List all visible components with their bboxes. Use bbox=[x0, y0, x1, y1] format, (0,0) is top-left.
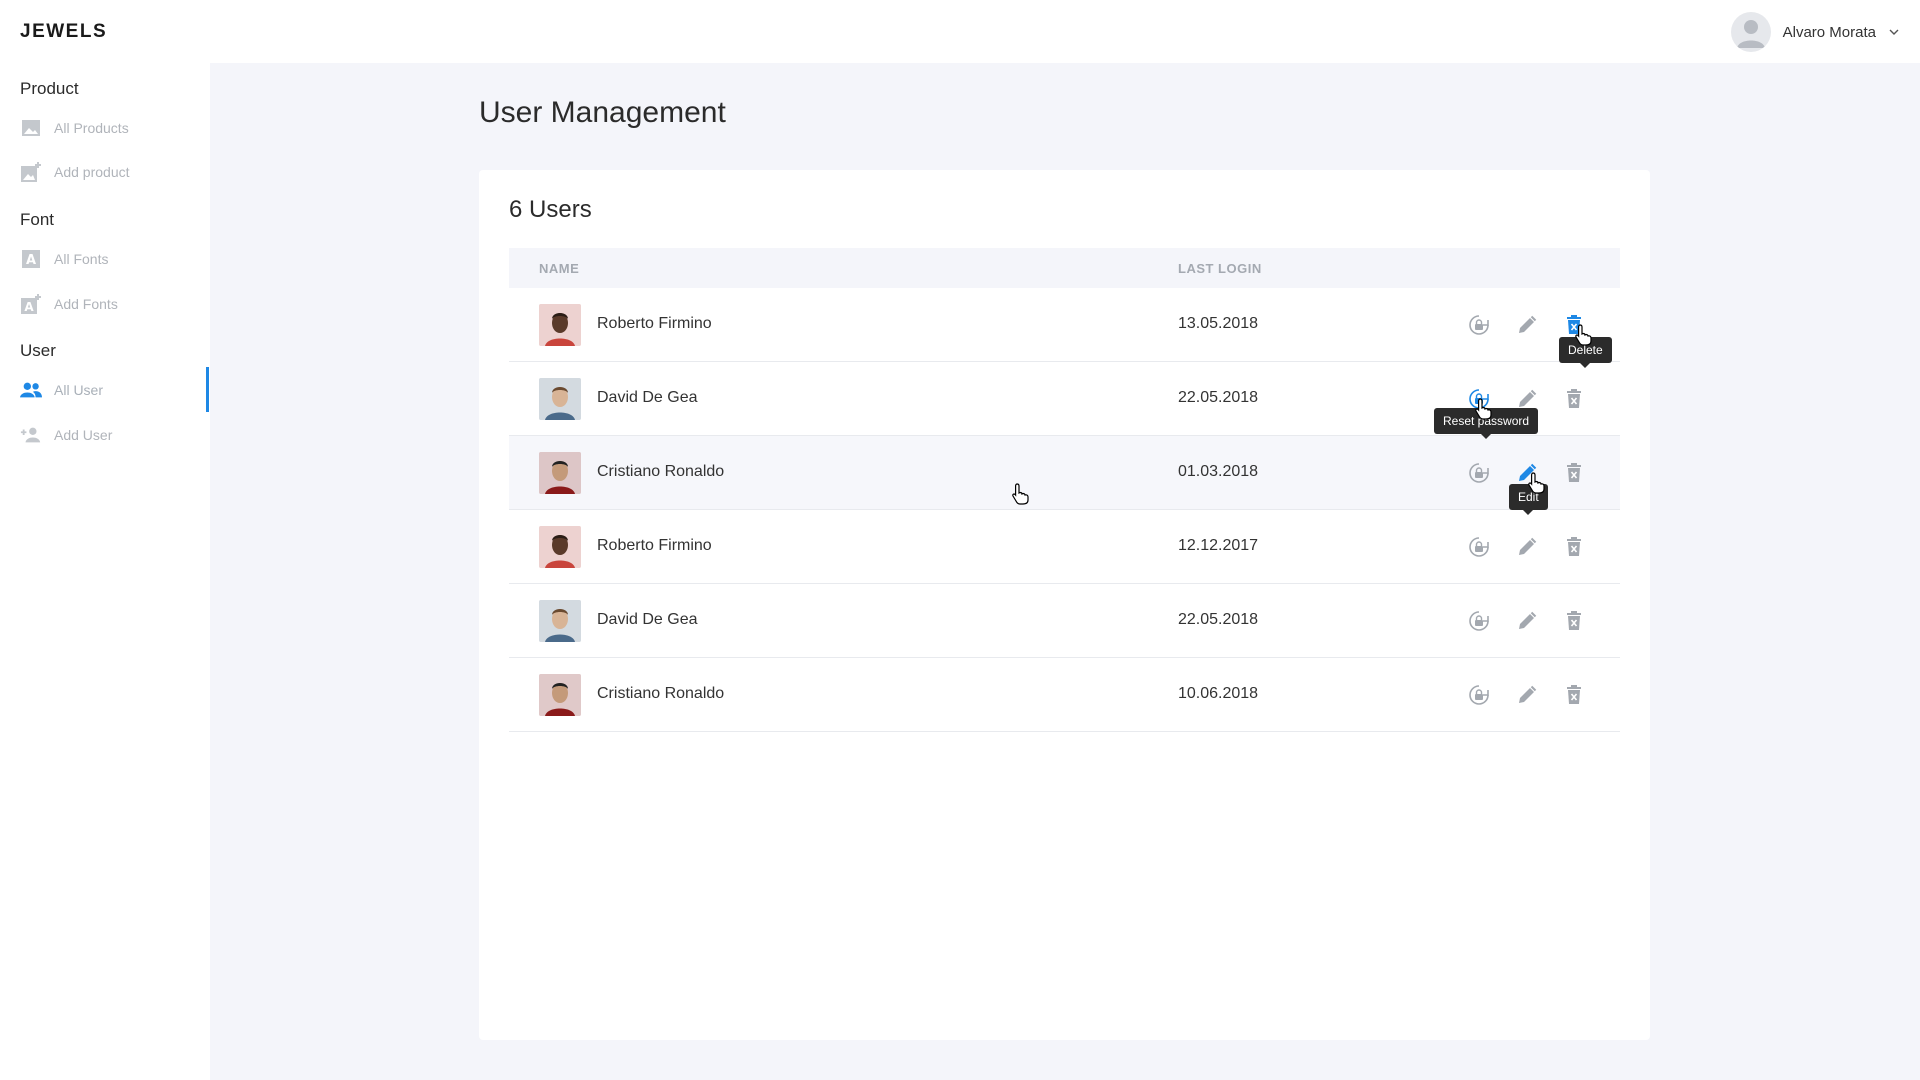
sidebar-section-product: Product bbox=[20, 79, 79, 98]
user-name: David De Gea bbox=[597, 389, 698, 406]
users-card: 6 Users NAME LAST LOGIN Roberto Firmino … bbox=[479, 170, 1650, 1040]
app-logo[interactable]: JEWELS bbox=[20, 21, 107, 43]
pencil-icon bbox=[1519, 685, 1537, 703]
column-header-last-login[interactable]: LAST LOGIN bbox=[1178, 261, 1262, 276]
add-user-icon bbox=[20, 424, 42, 446]
edit-button[interactable] bbox=[1514, 608, 1540, 634]
last-login-date: 22.05.2018 bbox=[1178, 389, 1259, 406]
image-icon bbox=[20, 117, 42, 139]
sidebar-section-user: User bbox=[20, 341, 56, 360]
table-row[interactable]: Cristiano Ronaldo 10.06.2018 bbox=[509, 658, 1620, 732]
add-font-icon: A bbox=[20, 293, 42, 315]
active-nav-indicator bbox=[206, 367, 209, 412]
svg-text:A: A bbox=[24, 300, 34, 314]
lock-reset-icon bbox=[1469, 685, 1489, 705]
table-row[interactable]: David De Gea 22.05.2018 bbox=[509, 584, 1620, 658]
table-body: Roberto Firmino 13.05.2018 David De Gea … bbox=[509, 288, 1620, 732]
delete-button[interactable] bbox=[1561, 460, 1587, 486]
font-icon: A bbox=[20, 248, 42, 270]
last-login-date: 22.05.2018 bbox=[1178, 611, 1259, 628]
trash-icon bbox=[1567, 389, 1581, 408]
lock-reset-icon bbox=[1469, 315, 1489, 335]
reset-password-button[interactable] bbox=[1466, 312, 1492, 338]
reset-password-button[interactable] bbox=[1466, 682, 1492, 708]
lock-reset-icon bbox=[1469, 463, 1489, 483]
sidebar-item-all-products[interactable]: All Products bbox=[20, 113, 210, 143]
user-name: David De Gea bbox=[597, 611, 698, 628]
account-menu[interactable]: Alvaro Morata bbox=[1730, 12, 1900, 52]
user-photo bbox=[539, 304, 581, 346]
user-photo bbox=[539, 674, 581, 716]
user-name: Roberto Firmino bbox=[597, 315, 712, 332]
edit-button[interactable] bbox=[1514, 312, 1540, 338]
edit-button[interactable] bbox=[1514, 682, 1540, 708]
reset-password-button[interactable] bbox=[1466, 534, 1492, 560]
hand-cursor-icon bbox=[1475, 398, 1492, 420]
last-login-date: 01.03.2018 bbox=[1178, 463, 1259, 480]
column-header-name[interactable]: NAME bbox=[539, 261, 579, 276]
lock-reset-icon bbox=[1469, 537, 1489, 557]
users-table: NAME LAST LOGIN Roberto Firmino 13.05.20… bbox=[509, 248, 1620, 732]
trash-icon bbox=[1567, 463, 1581, 482]
sidebar-item-add-user[interactable]: Add User bbox=[20, 420, 210, 450]
hand-cursor-icon bbox=[1528, 472, 1545, 494]
table-row[interactable]: Roberto Firmino 13.05.2018 bbox=[509, 288, 1620, 362]
delete-button[interactable] bbox=[1561, 534, 1587, 560]
last-login-date: 12.12.2017 bbox=[1178, 537, 1259, 554]
users-count-title: 6 Users bbox=[509, 196, 592, 223]
pencil-icon bbox=[1519, 611, 1537, 629]
delete-button[interactable] bbox=[1561, 682, 1587, 708]
pencil-icon bbox=[1519, 537, 1537, 555]
user-photo bbox=[539, 378, 581, 420]
hand-cursor-icon bbox=[1575, 324, 1592, 346]
account-avatar bbox=[1730, 12, 1771, 52]
user-name: Cristiano Ronaldo bbox=[597, 463, 725, 480]
sidebar-item-all-user[interactable]: All User bbox=[20, 375, 210, 405]
user-photo bbox=[539, 600, 581, 642]
pencil-icon bbox=[1519, 315, 1537, 333]
reset-password-button[interactable] bbox=[1466, 608, 1492, 634]
user-name: Roberto Firmino bbox=[597, 537, 712, 554]
trash-icon bbox=[1567, 537, 1581, 556]
trash-icon bbox=[1567, 685, 1581, 704]
pencil-icon bbox=[1519, 389, 1537, 407]
table-header: NAME LAST LOGIN bbox=[509, 248, 1620, 288]
user-photo bbox=[539, 452, 581, 494]
last-login-date: 13.05.2018 bbox=[1178, 315, 1259, 332]
edit-button[interactable] bbox=[1514, 534, 1540, 560]
delete-button[interactable] bbox=[1561, 608, 1587, 634]
add-image-icon bbox=[20, 161, 42, 183]
reset-password-button[interactable] bbox=[1466, 460, 1492, 486]
table-row[interactable]: Cristiano Ronaldo 01.03.2018 bbox=[509, 436, 1620, 510]
table-row[interactable]: Roberto Firmino 12.12.2017 bbox=[509, 510, 1620, 584]
svg-text:A: A bbox=[26, 253, 36, 268]
users-icon bbox=[20, 379, 42, 401]
user-avatar-icon bbox=[1736, 20, 1765, 48]
account-name: Alvaro Morata bbox=[1782, 23, 1876, 41]
sidebar-item-add-fonts[interactable]: A Add Fonts bbox=[20, 289, 210, 319]
last-login-date: 10.06.2018 bbox=[1178, 685, 1259, 702]
top-bar: JEWELS Alvaro Morata bbox=[0, 0, 1920, 63]
main-content: User Management 6 Users NAME LAST LOGIN … bbox=[210, 63, 1920, 1080]
delete-button[interactable] bbox=[1561, 386, 1587, 412]
page-title: User Management bbox=[479, 96, 726, 129]
sidebar-item-add-product[interactable]: Add product bbox=[20, 157, 210, 187]
sidebar-section-font: Font bbox=[20, 210, 55, 229]
hand-cursor-icon bbox=[1012, 483, 1029, 505]
trash-icon bbox=[1567, 611, 1581, 630]
lock-reset-icon bbox=[1469, 611, 1489, 631]
user-name: Cristiano Ronaldo bbox=[597, 685, 725, 702]
user-photo bbox=[539, 526, 581, 568]
sidebar-item-all-fonts[interactable]: A All Fonts bbox=[20, 244, 210, 274]
sidebar: Product All Products Add product Font A … bbox=[0, 63, 210, 1080]
chevron-down-icon bbox=[1889, 29, 1899, 35]
